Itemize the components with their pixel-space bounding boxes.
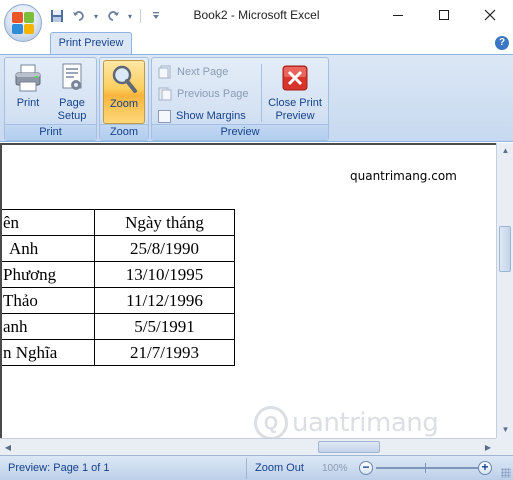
close-preview-label-line2: Preview	[275, 110, 315, 122]
table-cell-date: 5/5/1991	[94, 313, 235, 340]
previous-page-button[interactable]: Previous Page	[158, 84, 249, 104]
table-cell-name: Phương	[2, 261, 95, 288]
table-cell-name: Thảo	[2, 287, 95, 314]
zoom-level[interactable]: 100%	[322, 456, 348, 480]
table-row: Anh 25/8/1990	[2, 235, 235, 262]
table-cell-name: Anh	[2, 235, 95, 262]
ribbon-tab-row: Print Preview ?	[0, 32, 513, 54]
scroll-left-icon[interactable]: ◀	[0, 439, 16, 456]
zoom-out-button[interactable]: Zoom Out	[246, 458, 312, 479]
zoom-slider-marker	[425, 463, 426, 473]
zoom-minus-icon[interactable]: −	[359, 461, 373, 475]
table-cell-date: 25/8/1990	[94, 235, 235, 262]
data-table: ên Ngày tháng Anh 25/8/1990 Phương 13/10…	[2, 209, 235, 366]
show-margins-checkbox[interactable]	[158, 109, 171, 123]
close-icon	[484, 9, 496, 21]
save-icon[interactable]	[48, 7, 66, 25]
maximize-button[interactable]	[421, 0, 467, 30]
quick-access-toolbar: ▾ ▾	[48, 6, 165, 26]
status-bar: Preview: Page 1 of 1 Zoom Out 100% − +	[0, 455, 513, 480]
table-header-cell: ên	[2, 209, 95, 236]
redo-icon[interactable]	[104, 7, 122, 25]
vertical-scrollbar[interactable]: ▲ ▼	[496, 143, 513, 438]
zoom-group-label: Zoom	[100, 124, 148, 140]
table-cell-date: 11/12/1996	[94, 287, 235, 314]
zoom-button[interactable]: Zoom	[103, 60, 145, 124]
table-row: Phương 13/10/1995	[2, 261, 235, 288]
close-preview-label-line1: Close Print	[268, 97, 322, 109]
next-page-label: Next Page	[177, 66, 229, 78]
minimize-button[interactable]	[375, 0, 421, 30]
undo-dropdown-icon[interactable]: ▾	[92, 7, 100, 25]
page-status: Preview: Page 1 of 1	[8, 462, 110, 474]
table-cell-name: n Nghĩa	[2, 339, 95, 366]
redo-dropdown-icon[interactable]: ▾	[126, 7, 134, 25]
previous-page-label: Previous Page	[177, 88, 249, 100]
title-bar: ▾ ▾ Book2 - Microsoft Excel	[0, 0, 513, 42]
preview-group: Next Page Previous Page Show Margins Clo…	[151, 57, 329, 141]
page-setup-button[interactable]: Page Setup	[51, 60, 93, 124]
print-group: Print Page Setup Print	[4, 57, 97, 141]
page-setup-label-line1: Page	[59, 97, 85, 109]
print-preview-page[interactable]: quantrimang.com ên Ngày tháng Anh 25/8/1…	[0, 143, 496, 438]
horizontal-scrollbar[interactable]: ◀ ▶	[0, 438, 496, 455]
zoom-slider-track[interactable]	[376, 467, 478, 469]
office-button[interactable]	[4, 4, 42, 42]
scrollbar-corner	[496, 438, 513, 455]
show-margins-toggle[interactable]: Show Margins	[158, 106, 246, 126]
table-row: n Nghĩa 21/7/1993	[2, 339, 235, 366]
zoom-plus-icon[interactable]: +	[478, 461, 492, 475]
page-header-text: quantrimang.com	[350, 169, 457, 183]
close-print-preview-button[interactable]: Close Print Preview	[264, 60, 326, 124]
table-row: Thảo 11/12/1996	[2, 287, 235, 314]
tab-print-preview[interactable]: Print Preview	[50, 32, 132, 54]
scroll-up-icon[interactable]: ▲	[497, 143, 513, 159]
minimize-icon	[393, 15, 403, 16]
scroll-right-icon[interactable]: ▶	[480, 439, 496, 456]
ribbon: Print Page Setup Print Zoom Zoom Next Pa…	[0, 54, 513, 142]
table-row: anh 5/5/1991	[2, 313, 235, 340]
close-preview-icon	[279, 62, 311, 94]
table-cell-date: 13/10/1995	[94, 261, 235, 288]
help-icon[interactable]: ?	[495, 36, 509, 50]
page-setup-label-line2: Setup	[57, 110, 87, 122]
close-window-button[interactable]	[467, 0, 513, 30]
vertical-scroll-thumb[interactable]	[499, 226, 511, 272]
zoom-group: Zoom Zoom	[99, 57, 149, 141]
preview-group-label: Preview	[152, 124, 328, 140]
undo-icon[interactable]	[70, 7, 88, 25]
customize-qat-icon[interactable]	[147, 7, 165, 25]
printer-icon	[12, 62, 44, 94]
table-header-row: ên Ngày tháng	[2, 209, 235, 236]
scroll-down-icon[interactable]: ▼	[497, 422, 513, 438]
table-header-cell: Ngày tháng	[94, 209, 235, 236]
resize-grip-icon[interactable]	[501, 468, 511, 478]
maximize-icon	[439, 10, 449, 20]
watermark: Q uantrimang	[254, 403, 496, 438]
print-button[interactable]: Print	[9, 60, 47, 124]
magnifier-icon	[108, 63, 140, 95]
next-page-button[interactable]: Next Page	[158, 62, 228, 82]
table-cell-name: anh	[2, 313, 95, 340]
show-margins-label: Show Margins	[176, 110, 246, 122]
print-group-label: Print	[5, 124, 96, 140]
table-cell-date: 21/7/1993	[94, 339, 235, 366]
page-setup-icon	[56, 62, 88, 94]
previous-page-icon	[158, 87, 172, 101]
office-logo-icon	[12, 12, 34, 34]
horizontal-scroll-thumb[interactable]	[318, 441, 380, 453]
print-label: Print	[16, 97, 40, 109]
zoom-label: Zoom	[109, 98, 139, 110]
qat-separator	[140, 9, 141, 23]
next-page-icon	[158, 65, 172, 79]
watermark-text: uantrimang	[292, 408, 439, 438]
watermark-logo-icon: Q	[254, 406, 288, 438]
preview-group-divider	[261, 64, 262, 122]
